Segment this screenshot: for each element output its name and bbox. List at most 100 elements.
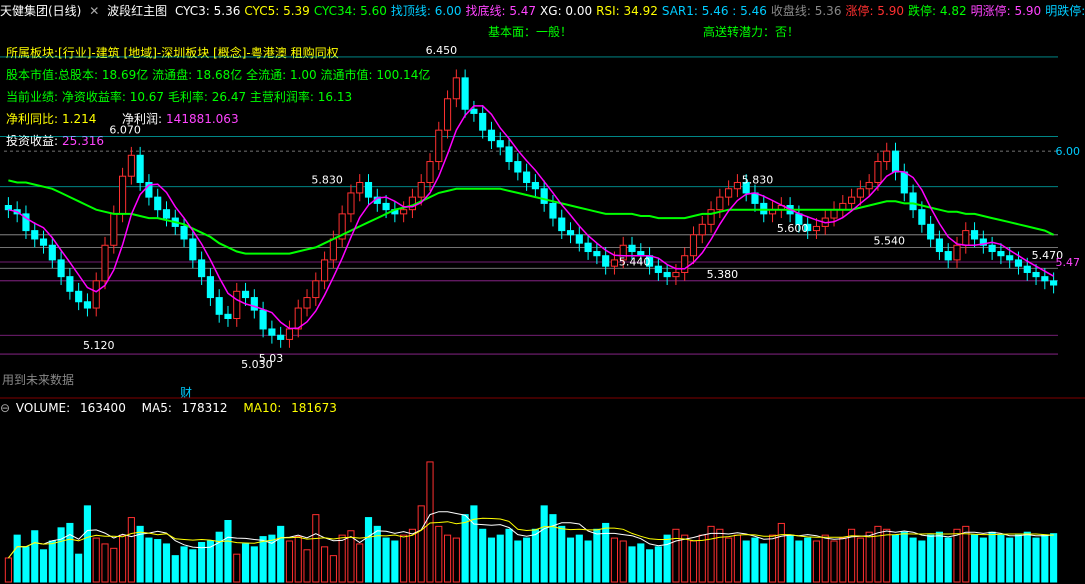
volume-bar (443, 534, 452, 583)
candle-body (575, 234, 583, 244)
candle-body (206, 276, 214, 299)
volume-bar (356, 543, 364, 583)
volume-bar (321, 546, 329, 583)
candle-body (830, 209, 838, 219)
volume-bar (505, 528, 513, 583)
volume-bar (733, 534, 741, 583)
volume-bar (918, 540, 926, 583)
price-label: 6.070 (109, 123, 140, 136)
volume-bar (487, 537, 496, 583)
candle-body (531, 181, 539, 190)
volume-bar (856, 537, 864, 583)
volume-bar (127, 517, 135, 583)
candle-body (953, 244, 961, 261)
volume-bar (909, 537, 917, 583)
candle-body (970, 230, 979, 240)
volume-bar (725, 537, 733, 583)
volume-bar (768, 534, 777, 583)
candle-body (496, 140, 504, 148)
volume-bar (92, 537, 100, 583)
candle-body (66, 276, 74, 292)
volume-bar (566, 537, 575, 583)
candle-body (566, 230, 575, 236)
volume-bar (610, 537, 619, 583)
volume-bar (575, 534, 583, 583)
candle-body (1014, 259, 1023, 267)
candle-body (812, 225, 821, 232)
volume-bar (900, 531, 908, 583)
candle-body (558, 217, 566, 232)
volume-bar (979, 537, 987, 583)
candle-body (760, 202, 768, 215)
volume-bar (672, 528, 680, 583)
candle-body (523, 171, 531, 183)
candle-body (347, 192, 355, 215)
volume-bar (408, 528, 416, 583)
volume-bar (241, 543, 250, 583)
candle-body (83, 301, 92, 309)
candle-body (364, 181, 373, 198)
volume-bar (540, 505, 548, 583)
volume-bar (602, 522, 610, 583)
volume-bar (303, 549, 311, 583)
volume-bar (233, 553, 241, 583)
volume-bar (689, 540, 698, 583)
candle-body (628, 244, 636, 253)
candle-body (110, 213, 118, 246)
candle-body (285, 328, 294, 340)
candle-body (198, 259, 206, 278)
volume-bar (373, 525, 381, 583)
volume-bar (39, 549, 48, 583)
volume-bar (812, 540, 821, 583)
price-chart[interactable]: 6.450 6.070 5.830 5.830 5.600 5.540 5.440 5.380… (0, 0, 1085, 584)
volume-bar (795, 540, 803, 583)
candle-body (101, 244, 109, 282)
volume-bar (470, 505, 478, 583)
volume-bar (277, 525, 285, 583)
candle-body (962, 230, 970, 246)
candle-body (602, 255, 610, 267)
price-label: 5.830 (311, 174, 343, 187)
volume-bar (927, 534, 935, 583)
volume-bar (944, 537, 952, 583)
volume-bar (681, 534, 689, 583)
volume-bar (145, 537, 153, 583)
candle-body (681, 255, 689, 273)
volume-bar (751, 537, 759, 583)
volume-bar (171, 555, 179, 583)
candle-body (189, 238, 197, 261)
volume-bar (285, 540, 294, 583)
axis-label: 5.47 (1056, 256, 1081, 269)
volume-bar (874, 525, 882, 583)
candle-body (927, 223, 935, 240)
price-label: 5.540 (874, 234, 906, 247)
volume-bar (760, 543, 768, 583)
volume-bar (1014, 534, 1023, 583)
volume-bar (66, 522, 74, 583)
candle-body (1050, 280, 1058, 286)
candle-body (593, 251, 601, 257)
candle-body (224, 313, 232, 320)
volume-bar (119, 534, 127, 583)
volume-bar (997, 534, 1005, 583)
volume-bar (891, 534, 900, 583)
volume-bar (1041, 534, 1049, 583)
candle-body (268, 328, 276, 336)
volume-bar (426, 461, 434, 583)
volume-bar (154, 539, 162, 583)
volume-bar (962, 525, 970, 583)
candle-body (900, 171, 908, 194)
volume-bar (558, 525, 566, 583)
candle-body (935, 238, 943, 253)
volume-bar (83, 505, 92, 583)
volume-bar (31, 530, 39, 583)
volume-bar (619, 540, 627, 583)
volume-bar (250, 546, 258, 583)
candle-body (136, 154, 144, 183)
volume-bar (198, 541, 206, 583)
candle-body (321, 259, 329, 282)
candle-body (470, 108, 478, 114)
candle-body (1041, 276, 1049, 282)
candle-body (1006, 255, 1014, 261)
volume-bar (584, 540, 592, 583)
